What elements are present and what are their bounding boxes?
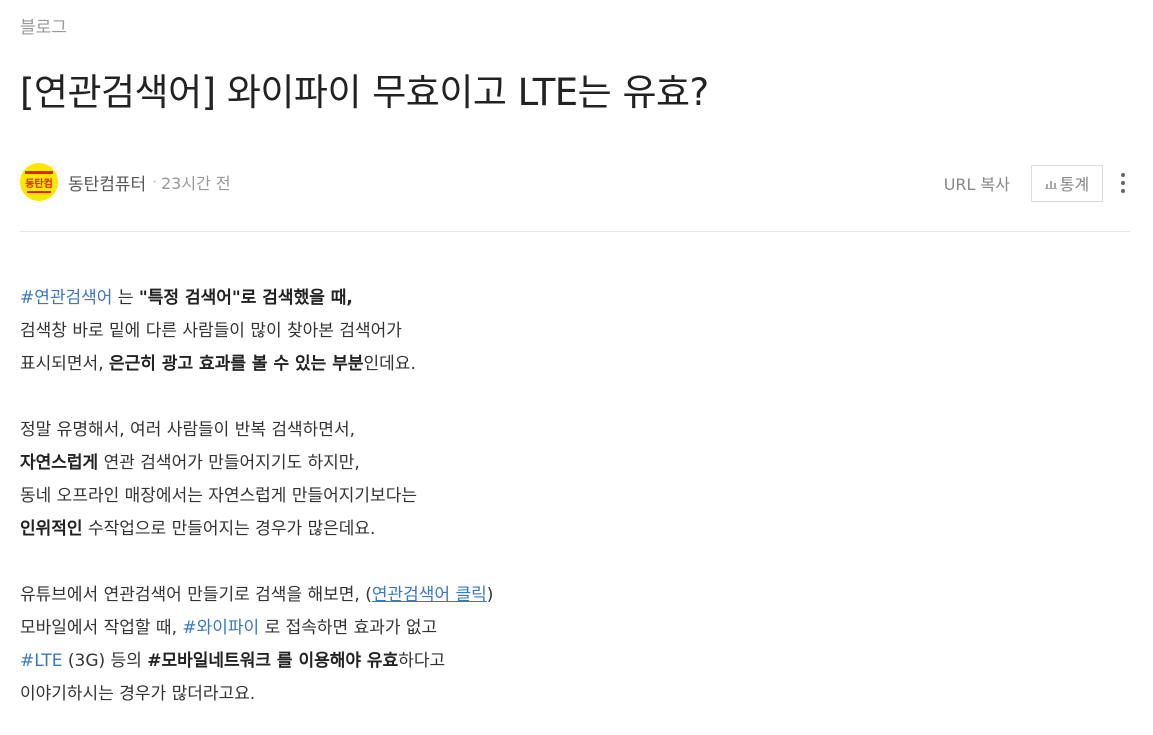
hashtag-link[interactable]: #와이파이: [182, 618, 259, 638]
url-copy-button[interactable]: URL 복사: [944, 171, 1010, 195]
post-time: 23시간 전: [160, 174, 231, 193]
related-search-link[interactable]: 연관검색어 클릭: [372, 585, 487, 605]
content-line: 자연스럽게 연관 검색어가 만들어지기도 하지만,: [20, 453, 360, 473]
content-line: 검색창 바로 밑에 다른 사람들이 많이 찾아본 검색어가: [20, 321, 402, 341]
stats-label: 통계: [1059, 175, 1090, 194]
content-line: 동네 오프라인 매장에서는 자연스럽게 만들어지기보다는: [20, 486, 417, 506]
stats-button[interactable]: 통계: [1031, 164, 1103, 202]
blog-category-link[interactable]: 블로그: [20, 13, 67, 38]
hashtag-link[interactable]: #LTE: [20, 651, 63, 671]
content-line: 모바일에서 작업할 때, #와이파이 로 접속하면 효과가 없고: [20, 618, 438, 638]
more-options-icon[interactable]: [1113, 163, 1133, 203]
post-actions: URL 복사 통계: [944, 163, 1133, 203]
avatar-text: 동탄컴: [25, 177, 53, 190]
content-line: 이야기하시는 경우가 많더라고요.: [20, 684, 256, 704]
post-meta: 동탄컴 동탄컴퓨터 · 23시간 전: [20, 163, 231, 201]
header-divider: [20, 231, 1130, 232]
avatar-logo-icon: 동탄컴: [20, 163, 58, 201]
content-line: 인위적인 수작업으로 만들어지는 경우가 많은데요.: [20, 519, 376, 539]
content-line: #연관검색어 는 "특정 검색어"로 검색했을 때,: [20, 288, 353, 308]
post-content: #연관검색어 는 "특정 검색어"로 검색했을 때, 검색창 바로 밑에 다른 …: [20, 282, 1120, 711]
content-line: 표시되면서, 은근히 광고 효과를 볼 수 있는 부분인데요.: [20, 354, 416, 374]
author-name[interactable]: 동탄컴퓨터: [68, 170, 146, 195]
content-line: 정말 유명해서, 여러 사람들이 반복 검색하면서,: [20, 420, 355, 440]
bar-chart-icon: [1044, 180, 1057, 189]
post-title: [연관검색어] 와이파이 무효이고 LTE는 유효?: [20, 71, 709, 114]
content-line: #LTE (3G) 등의 #모바일네트워크 를 이용해야 유효하다고: [20, 651, 446, 671]
meta-separator: ·: [152, 173, 157, 191]
content-line: 유튜브에서 연관검색어 만들기로 검색을 해보면, (연관검색어 클릭): [20, 585, 494, 605]
author-avatar[interactable]: 동탄컴: [20, 163, 58, 201]
hashtag-link[interactable]: #연관검색어: [20, 288, 112, 308]
